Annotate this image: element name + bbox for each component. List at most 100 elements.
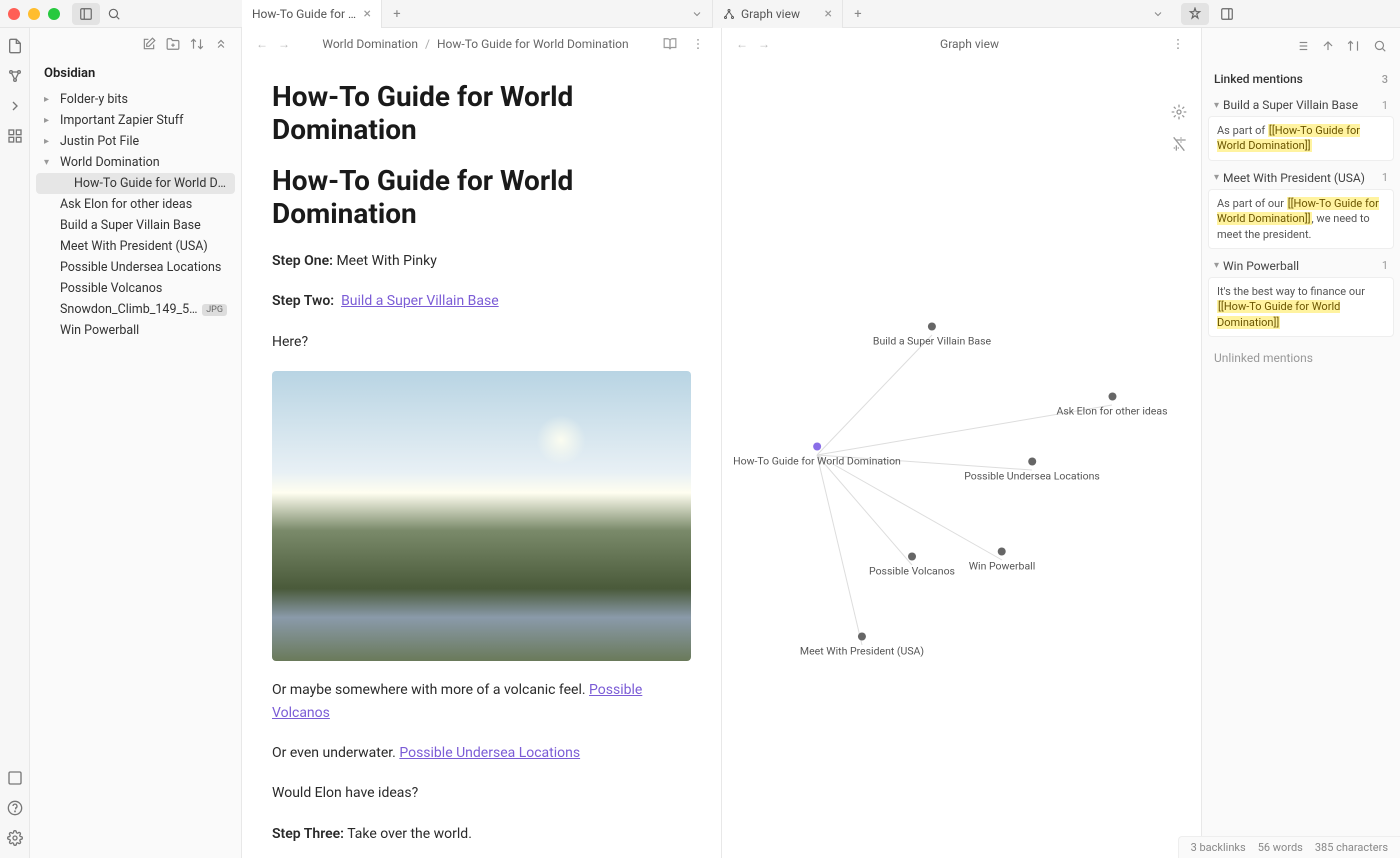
mention-snippet[interactable]: It's the best way to finance our [[How-T… bbox=[1208, 277, 1394, 337]
command-palette-icon[interactable] bbox=[5, 96, 25, 116]
node-dot bbox=[908, 553, 916, 561]
collapse-icon[interactable] bbox=[211, 34, 231, 54]
new-tab-button[interactable]: + bbox=[382, 0, 412, 28]
tab-dropdown-icon[interactable] bbox=[682, 0, 712, 28]
node-label: Win Powerball bbox=[969, 560, 1036, 573]
graph-icon bbox=[723, 8, 735, 20]
link-undersea[interactable]: Possible Undersea Locations bbox=[399, 745, 580, 761]
unlinked-mentions-header[interactable]: Unlinked mentions bbox=[1202, 343, 1400, 373]
reading-view-icon[interactable] bbox=[659, 37, 681, 51]
right-panel-toggle-icon[interactable] bbox=[1213, 3, 1241, 25]
expand-icon[interactable] bbox=[1318, 36, 1338, 56]
node-label: Possible Volcanos bbox=[869, 565, 955, 578]
graph-node[interactable]: Possible Volcanos bbox=[869, 553, 955, 578]
embedded-image[interactable] bbox=[272, 371, 691, 661]
chevron-icon[interactable]: ▸ bbox=[44, 136, 56, 147]
file-item[interactable]: Win Powerball bbox=[36, 320, 235, 341]
mention-snippet[interactable]: As part of [[How-To Guide for World Domi… bbox=[1208, 116, 1394, 161]
editor-body[interactable]: How-To Guide for World Domination How-To… bbox=[242, 60, 721, 858]
more-options-icon[interactable] bbox=[687, 37, 709, 51]
node-label: Possible Undersea Locations bbox=[964, 470, 1100, 483]
file-item[interactable]: Possible Volcanos bbox=[36, 278, 235, 299]
tree-label: Ask Elon for other ideas bbox=[60, 197, 227, 212]
tab-editor[interactable]: How-To Guide for World ... × bbox=[242, 0, 382, 28]
node-dot bbox=[858, 633, 866, 641]
chevron-icon[interactable]: ▸ bbox=[44, 115, 56, 126]
file-item[interactable]: Ask Elon for other ideas bbox=[36, 194, 235, 215]
maximize-window[interactable] bbox=[48, 8, 60, 20]
node-dot bbox=[1108, 393, 1116, 401]
sidebar-toggle-icon[interactable] bbox=[72, 3, 100, 25]
graph-node[interactable]: Possible Undersea Locations bbox=[964, 458, 1100, 483]
vault-name: Obsidian bbox=[30, 60, 241, 89]
help-icon[interactable] bbox=[5, 798, 25, 818]
file-item[interactable]: Build a Super Villain Base bbox=[36, 215, 235, 236]
file-tree: ▸ Folder-y bits ▸Important Zapier Stuff▸Ju… bbox=[30, 89, 241, 341]
new-tab-button[interactable]: + bbox=[843, 0, 873, 28]
tree-label: Possible Volcanos bbox=[60, 281, 227, 296]
sort-icon[interactable] bbox=[1344, 36, 1364, 56]
ribbon bbox=[0, 28, 30, 858]
nav-back-icon[interactable]: ← bbox=[734, 37, 750, 51]
graph-filter-icon[interactable] bbox=[1167, 132, 1191, 156]
templates-icon[interactable] bbox=[5, 126, 25, 146]
tab-dropdown-icon[interactable] bbox=[1143, 0, 1173, 28]
tree-label: Folder-y bits bbox=[60, 92, 227, 107]
nav-forward-icon[interactable]: → bbox=[756, 37, 772, 51]
search-icon[interactable] bbox=[1370, 36, 1390, 56]
quick-switcher-icon[interactable] bbox=[5, 36, 25, 56]
tab-graph[interactable]: Graph view × bbox=[713, 0, 843, 28]
vault-icon[interactable] bbox=[5, 768, 25, 788]
chevron-icon[interactable]: ▾ bbox=[44, 157, 56, 168]
list-icon[interactable] bbox=[1292, 36, 1312, 56]
graph-view-icon[interactable] bbox=[5, 66, 25, 86]
tree-label: How-To Guide for World Domination bbox=[74, 176, 227, 191]
node-label: Build a Super Villain Base bbox=[873, 335, 991, 348]
graph-node[interactable]: How-To Guide for World Domination bbox=[733, 443, 901, 468]
folder-item[interactable]: ▸Justin Pot File bbox=[36, 131, 235, 152]
file-item[interactable]: Meet With President (USA) bbox=[36, 236, 235, 257]
graph-node[interactable]: Win Powerball bbox=[969, 548, 1036, 573]
search-icon[interactable] bbox=[100, 3, 128, 25]
graph-settings-icon[interactable] bbox=[1167, 100, 1191, 124]
link-villain-base[interactable]: Build a Super Villain Base bbox=[341, 293, 499, 309]
folder-item[interactable]: ▾World Domination bbox=[36, 152, 235, 173]
status-chars: 385 characters bbox=[1315, 841, 1388, 854]
editor-pane: ← → World Domination / How-To Guide for … bbox=[242, 28, 722, 858]
graph-node[interactable]: Ask Elon for other ideas bbox=[1056, 393, 1167, 418]
new-note-icon[interactable] bbox=[139, 34, 159, 54]
tab-title: Graph view bbox=[741, 7, 819, 21]
new-folder-icon[interactable] bbox=[163, 34, 183, 54]
nav-back-icon[interactable]: ← bbox=[254, 37, 270, 51]
tab-close-icon[interactable]: × bbox=[364, 7, 371, 21]
graph-node[interactable]: Meet With President (USA) bbox=[800, 633, 924, 658]
nav-forward-icon[interactable]: → bbox=[276, 37, 292, 51]
mention-header[interactable]: ▾Win Powerball1 bbox=[1208, 255, 1394, 277]
folder-item[interactable]: ▸ Folder-y bits bbox=[36, 89, 235, 110]
file-item[interactable]: How-To Guide for World Domination bbox=[36, 173, 235, 194]
mention-header[interactable]: ▾Meet With President (USA)1 bbox=[1208, 167, 1394, 189]
linked-mentions-header[interactable]: Linked mentions 3 bbox=[1202, 64, 1400, 94]
inline-title[interactable]: How-To Guide for World Domination bbox=[272, 80, 691, 146]
tab-title: How-To Guide for World ... bbox=[252, 7, 358, 21]
right-sidebar-toggle-icon[interactable] bbox=[1181, 3, 1209, 25]
chevron-icon[interactable]: ▸ bbox=[44, 94, 56, 105]
file-item[interactable]: Possible Undersea Locations bbox=[36, 257, 235, 278]
node-dot bbox=[813, 443, 821, 451]
status-backlinks[interactable]: 3 backlinks bbox=[1191, 841, 1246, 854]
mention-snippet[interactable]: As part of our [[How-To Guide for World … bbox=[1208, 189, 1394, 249]
more-options-icon[interactable] bbox=[1167, 37, 1189, 51]
mention-header[interactable]: ▾Build a Super Villain Base1 bbox=[1208, 94, 1394, 116]
minimize-window[interactable] bbox=[28, 8, 40, 20]
folder-item[interactable]: ▸Important Zapier Stuff bbox=[36, 110, 235, 131]
breadcrumb[interactable]: World Domination / How-To Guide for Worl… bbox=[298, 37, 653, 51]
file-item[interactable]: Snowdon_Climb_149_5D3_2700JPG bbox=[36, 299, 235, 320]
traffic-lights bbox=[8, 8, 60, 20]
mention-item: ▾Build a Super Villain Base1As part of [… bbox=[1208, 94, 1394, 161]
sort-icon[interactable] bbox=[187, 34, 207, 54]
graph-node[interactable]: Build a Super Villain Base bbox=[873, 323, 991, 348]
graph-canvas[interactable]: Build a Super Villain Base Ask Elon for o… bbox=[722, 60, 1201, 858]
tab-close-icon[interactable]: × bbox=[825, 7, 832, 21]
close-window[interactable] bbox=[8, 8, 20, 20]
settings-icon[interactable] bbox=[5, 828, 25, 848]
